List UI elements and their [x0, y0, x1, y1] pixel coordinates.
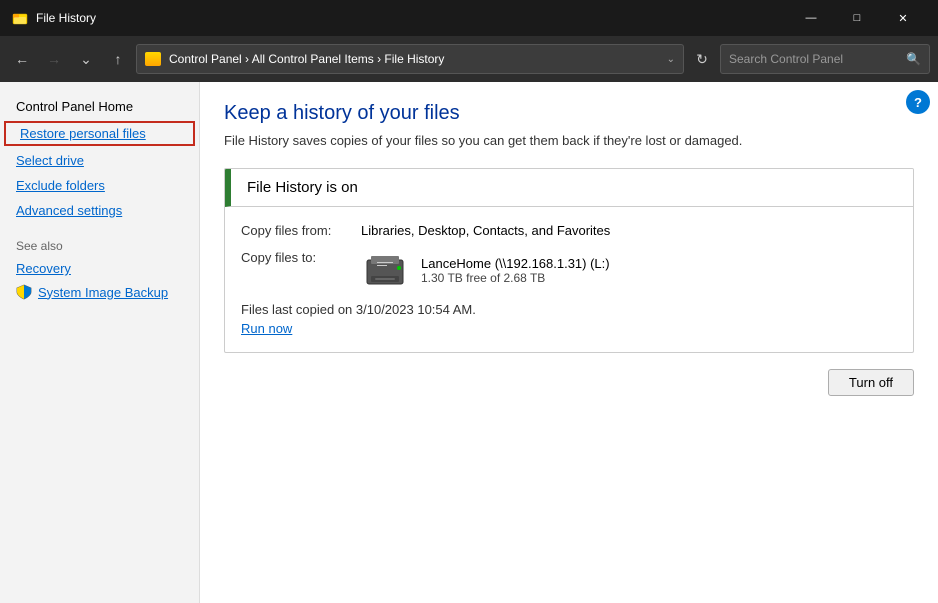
- app-icon: [12, 10, 28, 26]
- sidebar: Control Panel Home Restore personal file…: [0, 82, 200, 603]
- drive-info: LanceHome (\\192.168.1.31) (L:) 1.30 TB …: [361, 250, 610, 290]
- sidebar-item-restore-personal-files[interactable]: Restore personal files: [4, 121, 195, 146]
- search-input[interactable]: [729, 52, 900, 66]
- sidebar-item-advanced-settings[interactable]: Advanced settings: [0, 198, 199, 223]
- system-image-backup-label: System Image Backup: [38, 285, 168, 300]
- turn-off-button[interactable]: Turn off: [828, 369, 914, 396]
- see-also-label: See also: [0, 223, 199, 257]
- sidebar-item-recovery[interactable]: Recovery: [0, 257, 199, 280]
- sidebar-item-home[interactable]: Control Panel Home: [0, 94, 199, 119]
- copy-to-label: Copy files to:: [241, 250, 361, 265]
- sidebar-item-exclude-folders[interactable]: Exclude folders: [0, 173, 199, 198]
- up-button[interactable]: ↑: [104, 45, 132, 73]
- folder-icon: [145, 52, 161, 66]
- page-title: Keep a history of your files: [224, 102, 914, 125]
- title-bar: File History — □ ✕: [0, 0, 938, 36]
- drive-name: LanceHome (\\192.168.1.31) (L:): [421, 256, 610, 271]
- close-button[interactable]: ✕: [880, 0, 926, 36]
- minimize-button[interactable]: —: [788, 0, 834, 36]
- dropdown-button[interactable]: ⌄: [72, 45, 100, 73]
- window-title: File History: [36, 11, 788, 25]
- address-bar: ← → ⌄ ↑ Control Panel › All Control Pane…: [0, 36, 938, 82]
- help-button[interactable]: ?: [906, 90, 930, 114]
- run-now-link[interactable]: Run now: [241, 321, 292, 336]
- path-text: Control Panel › All Control Panel Items …: [169, 52, 444, 66]
- drive-details: LanceHome (\\192.168.1.31) (L:) 1.30 TB …: [421, 256, 610, 285]
- search-box[interactable]: 🔍: [720, 44, 930, 74]
- main-layout: Control Panel Home Restore personal file…: [0, 82, 938, 603]
- status-header: File History is on: [225, 169, 913, 207]
- content-area: ? Keep a history of your files File Hist…: [200, 82, 938, 603]
- drive-icon: [361, 250, 409, 290]
- search-icon: 🔍: [906, 52, 921, 66]
- copy-from-row: Copy files from: Libraries, Desktop, Con…: [241, 223, 897, 238]
- copy-from-label: Copy files from:: [241, 223, 361, 238]
- last-copied-text: Files last copied on 3/10/2023 10:54 AM.: [241, 302, 897, 317]
- copy-to-row: Copy files to:: [241, 250, 897, 290]
- copy-from-value: Libraries, Desktop, Contacts, and Favori…: [361, 223, 610, 238]
- maximize-button[interactable]: □: [834, 0, 880, 36]
- page-subtitle: File History saves copies of your files …: [224, 133, 914, 148]
- address-path-bar[interactable]: Control Panel › All Control Panel Items …: [136, 44, 684, 74]
- forward-button[interactable]: →: [40, 45, 68, 73]
- sidebar-item-system-image-backup[interactable]: System Image Backup: [0, 280, 199, 304]
- back-button[interactable]: ←: [8, 45, 36, 73]
- sidebar-item-select-drive[interactable]: Select drive: [0, 148, 199, 173]
- turn-off-area: Turn off: [224, 369, 914, 396]
- windows-shield-icon: [16, 284, 32, 300]
- status-body: Copy files from: Libraries, Desktop, Con…: [225, 207, 913, 352]
- refresh-button[interactable]: ↻: [688, 45, 716, 73]
- last-copied-section: Files last copied on 3/10/2023 10:54 AM.…: [241, 302, 897, 336]
- file-history-status-box: File History is on Copy files from: Libr…: [224, 168, 914, 353]
- path-chevron-icon: ⌄: [667, 54, 675, 65]
- window-controls: — □ ✕: [788, 0, 926, 36]
- drive-space: 1.30 TB free of 2.68 TB: [421, 271, 610, 285]
